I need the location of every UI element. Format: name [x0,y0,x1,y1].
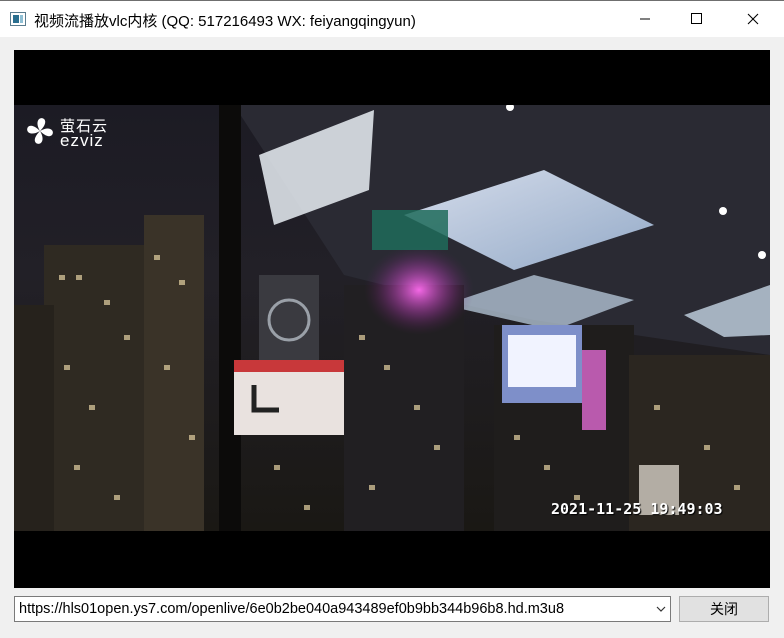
video-scene-image [14,105,770,531]
video-frame: 萤石云 ezviz 2021-11-25 19:49:03 [14,105,770,531]
minimize-icon [640,18,650,20]
window-title: 视频流播放vlc内核 (QQ: 517216493 WX: feiyangqin… [34,13,416,30]
close-icon [747,13,759,25]
minimize-button[interactable] [622,1,668,37]
maximize-button[interactable] [674,1,720,37]
maximize-icon [691,13,702,24]
url-input[interactable]: https://hls01open.ys7.com/openlive/6e0b2… [19,601,564,617]
logo-text-en: ezviz [60,131,104,150]
app-window-icon [10,12,26,26]
close-button[interactable]: 关闭 [679,596,769,622]
close-window-button[interactable] [730,1,776,37]
title-bar: 视频流播放vlc内核 (QQ: 517216493 WX: feiyangqin… [0,0,784,37]
url-combobox[interactable]: https://hls01open.ys7.com/openlive/6e0b2… [14,596,671,622]
chevron-down-icon[interactable] [656,606,666,613]
ezviz-logo: 萤石云 ezviz [24,115,116,151]
ezviz-logo-icon [27,118,53,144]
osd-timestamp: 2021-11-25 19:49:03 [551,500,723,518]
video-player[interactable]: 萤石云 ezviz 2021-11-25 19:49:03 [14,50,770,588]
